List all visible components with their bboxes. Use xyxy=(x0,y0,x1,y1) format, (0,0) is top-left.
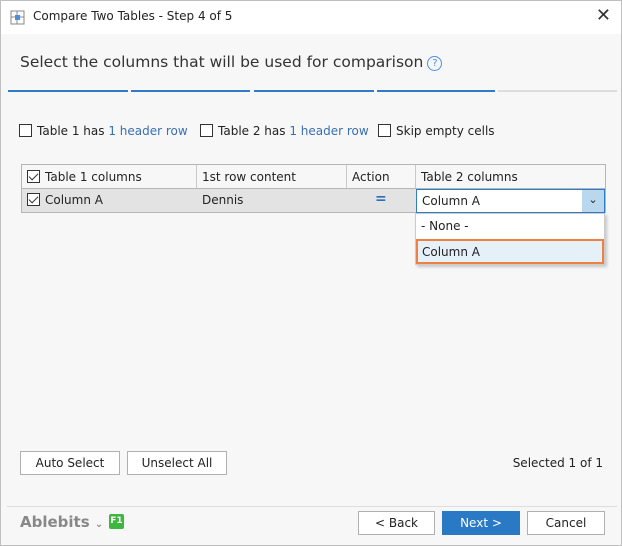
skip-empty-option[interactable]: Skip empty cells xyxy=(378,124,495,138)
dropdown-value: Column A xyxy=(422,194,480,208)
table1-header-checkbox[interactable] xyxy=(19,124,32,137)
header-table2-columns: Table 2 columns xyxy=(416,165,605,189)
dropdown-list: - None - Column A xyxy=(415,213,605,265)
help-icon[interactable]: ? xyxy=(427,56,443,71)
column-name: Column A xyxy=(45,193,103,207)
brand-label: Ablebits xyxy=(20,513,90,531)
next-button[interactable]: Next > xyxy=(442,511,520,535)
window-title: Compare Two Tables - Step 4 of 5 xyxy=(33,9,233,23)
table2-header-link[interactable]: 1 header row xyxy=(289,124,368,138)
select-all-checkbox[interactable] xyxy=(27,170,40,183)
equals-action[interactable]: = xyxy=(375,191,387,207)
selection-status: Selected 1 of 1 xyxy=(512,456,603,470)
header-label: Table 2 columns xyxy=(421,170,518,184)
auto-select-button[interactable]: Auto Select xyxy=(20,451,120,475)
table2-header-checkbox[interactable] xyxy=(200,124,213,137)
title-bar: Compare Two Tables - Step 4 of 5 ✕ xyxy=(1,1,621,34)
step-indicator-4 xyxy=(377,90,495,92)
header-table1-columns: Table 1 columns xyxy=(22,165,197,189)
table2-column-dropdown[interactable]: Column A ⌄ xyxy=(416,189,605,213)
table1-header-option[interactable]: Table 1 has 1 header row xyxy=(19,124,188,138)
step-indicator-1 xyxy=(8,90,128,92)
step-indicator-2 xyxy=(131,90,250,92)
table2-header-option[interactable]: Table 2 has 1 header row xyxy=(200,124,369,138)
app-icon xyxy=(10,10,25,25)
dropdown-option-column-a[interactable]: Column A xyxy=(416,239,604,264)
cancel-button[interactable]: Cancel xyxy=(527,511,605,535)
page-heading: Select the columns that will be used for… xyxy=(20,53,443,71)
option-label: Table 2 has xyxy=(218,124,286,138)
table1-header-link[interactable]: 1 header row xyxy=(108,124,187,138)
back-button[interactable]: < Back xyxy=(358,511,435,535)
option-label: Skip empty cells xyxy=(396,124,495,138)
header-first-row: 1st row content xyxy=(197,165,347,189)
header-label: Table 1 columns xyxy=(45,170,142,184)
ablebits-menu[interactable]: Ablebits ⌄ xyxy=(20,513,103,531)
row-column-cell[interactable]: Column A xyxy=(27,193,103,207)
option-label: Table 1 has xyxy=(37,124,105,138)
dialog-window: Compare Two Tables - Step 4 of 5 ✕ Selec… xyxy=(0,0,622,546)
skip-empty-checkbox[interactable] xyxy=(378,124,391,137)
header-label: 1st row content xyxy=(202,170,296,184)
chevron-down-icon: ⌄ xyxy=(94,519,104,530)
heading-text: Select the columns that will be used for… xyxy=(20,53,424,71)
footer-divider xyxy=(7,506,617,507)
chevron-down-icon[interactable]: ⌄ xyxy=(582,190,604,212)
row-checkbox[interactable] xyxy=(27,193,40,206)
f1-help-icon[interactable]: F1 xyxy=(109,514,124,529)
unselect-all-button[interactable]: Unselect All xyxy=(127,451,227,475)
dropdown-option-none[interactable]: - None - xyxy=(416,214,604,239)
header-action: Action xyxy=(347,165,416,189)
step-indicator-5 xyxy=(498,90,617,92)
step-indicator-3 xyxy=(254,90,374,92)
row-content: Dennis xyxy=(202,193,244,207)
header-label: Action xyxy=(352,170,390,184)
close-icon[interactable]: ✕ xyxy=(596,5,611,26)
